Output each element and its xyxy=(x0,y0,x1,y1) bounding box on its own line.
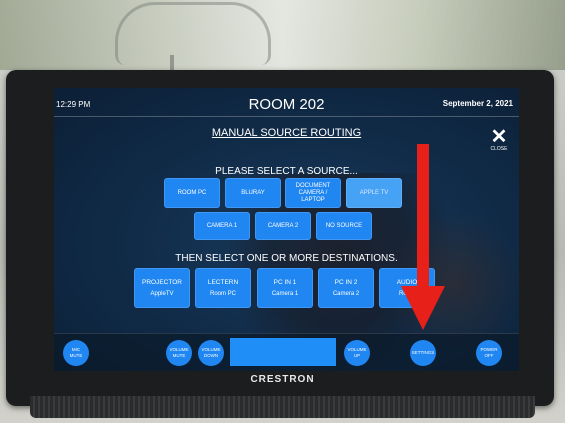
annotation-arrow-shaft xyxy=(417,144,429,288)
annotation-arrow xyxy=(401,144,445,330)
annotation-arrow-head xyxy=(401,286,445,330)
